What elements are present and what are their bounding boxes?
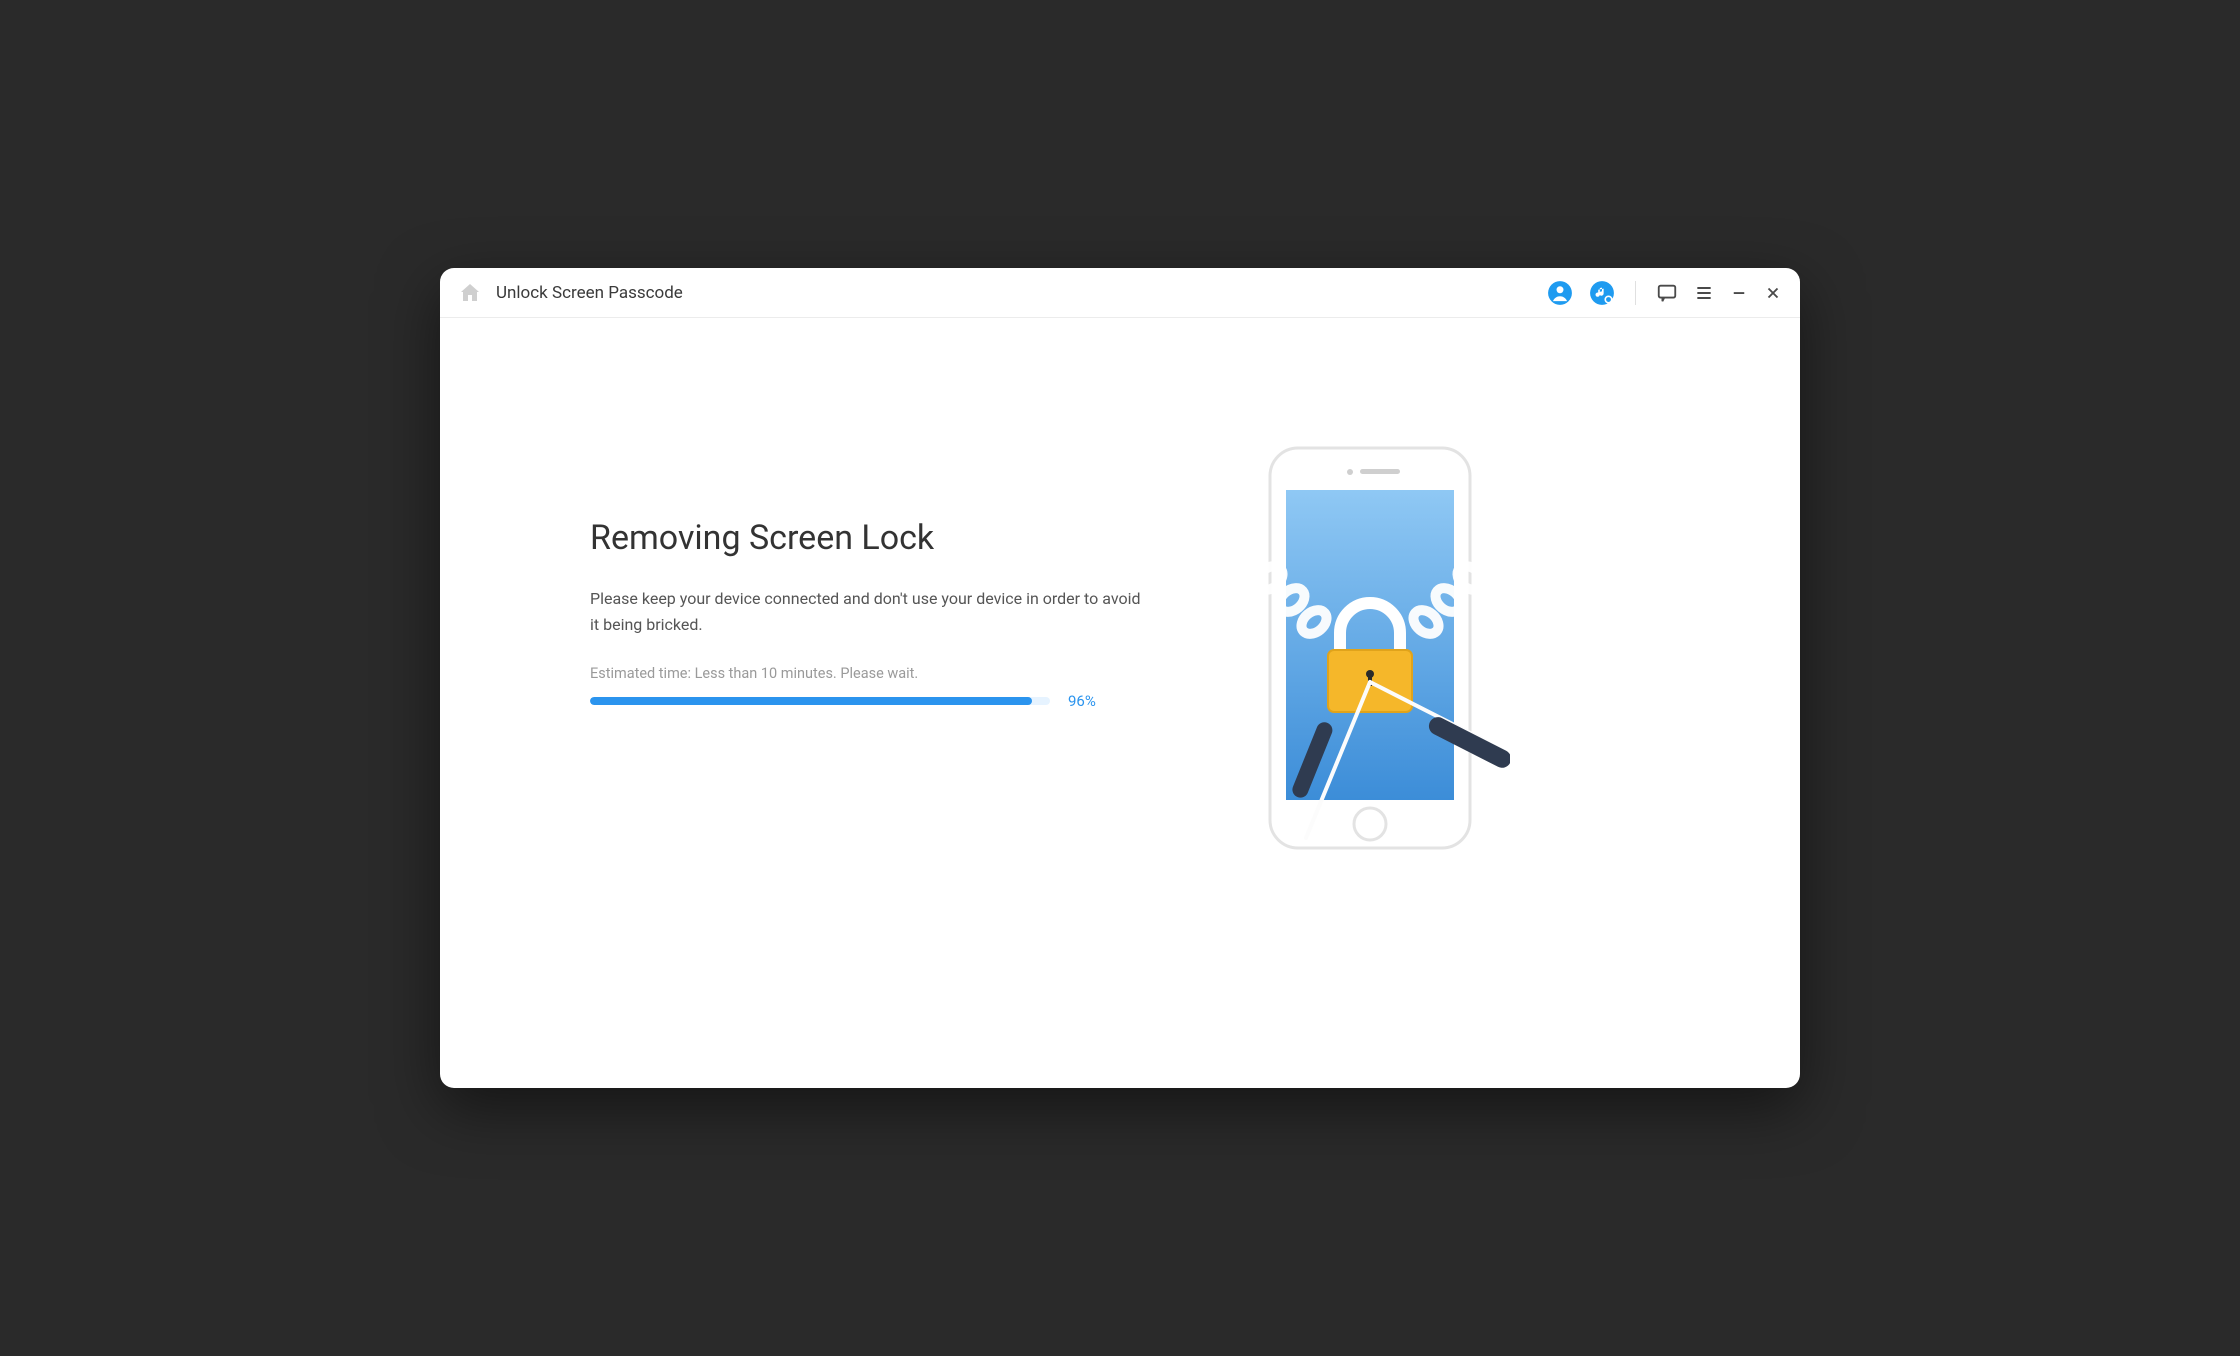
close-button[interactable] [1764,284,1782,302]
phone-lock-illustration [1230,438,1510,878]
page-subtext: Please keep your device connected and do… [590,586,1150,637]
titlebar-left: Unlock Screen Passcode [458,281,683,305]
hamburger-icon [1694,283,1714,303]
illustration-panel [1210,398,1530,878]
titlebar-divider [1635,281,1636,305]
account-button[interactable] [1547,280,1573,306]
music-search-button[interactable] [1589,280,1615,306]
window-title: Unlock Screen Passcode [496,283,683,303]
titlebar-right [1547,280,1782,306]
minimize-button[interactable] [1730,284,1748,302]
content-area: Removing Screen Lock Please keep your de… [440,318,1800,1088]
menu-button[interactable] [1694,283,1714,303]
progress-bar [590,697,1050,705]
feedback-button[interactable] [1656,282,1678,304]
music-search-icon [1589,280,1615,306]
estimate-text: Estimated time: Less than 10 minutes. Pl… [590,665,1210,682]
progress-fill [590,697,1032,705]
progress-panel: Removing Screen Lock Please keep your de… [590,398,1210,710]
minimize-icon [1730,284,1748,302]
progress-row: 96% [590,692,1210,710]
user-circle-icon [1547,280,1573,306]
page-heading: Removing Screen Lock [590,518,1210,558]
close-icon [1764,284,1782,302]
home-button[interactable] [458,281,482,305]
chat-icon [1656,282,1678,304]
home-icon [458,281,482,305]
app-window: Unlock Screen Passcode [440,268,1800,1088]
titlebar: Unlock Screen Passcode [440,268,1800,318]
progress-percent-label: 96% [1068,692,1096,710]
